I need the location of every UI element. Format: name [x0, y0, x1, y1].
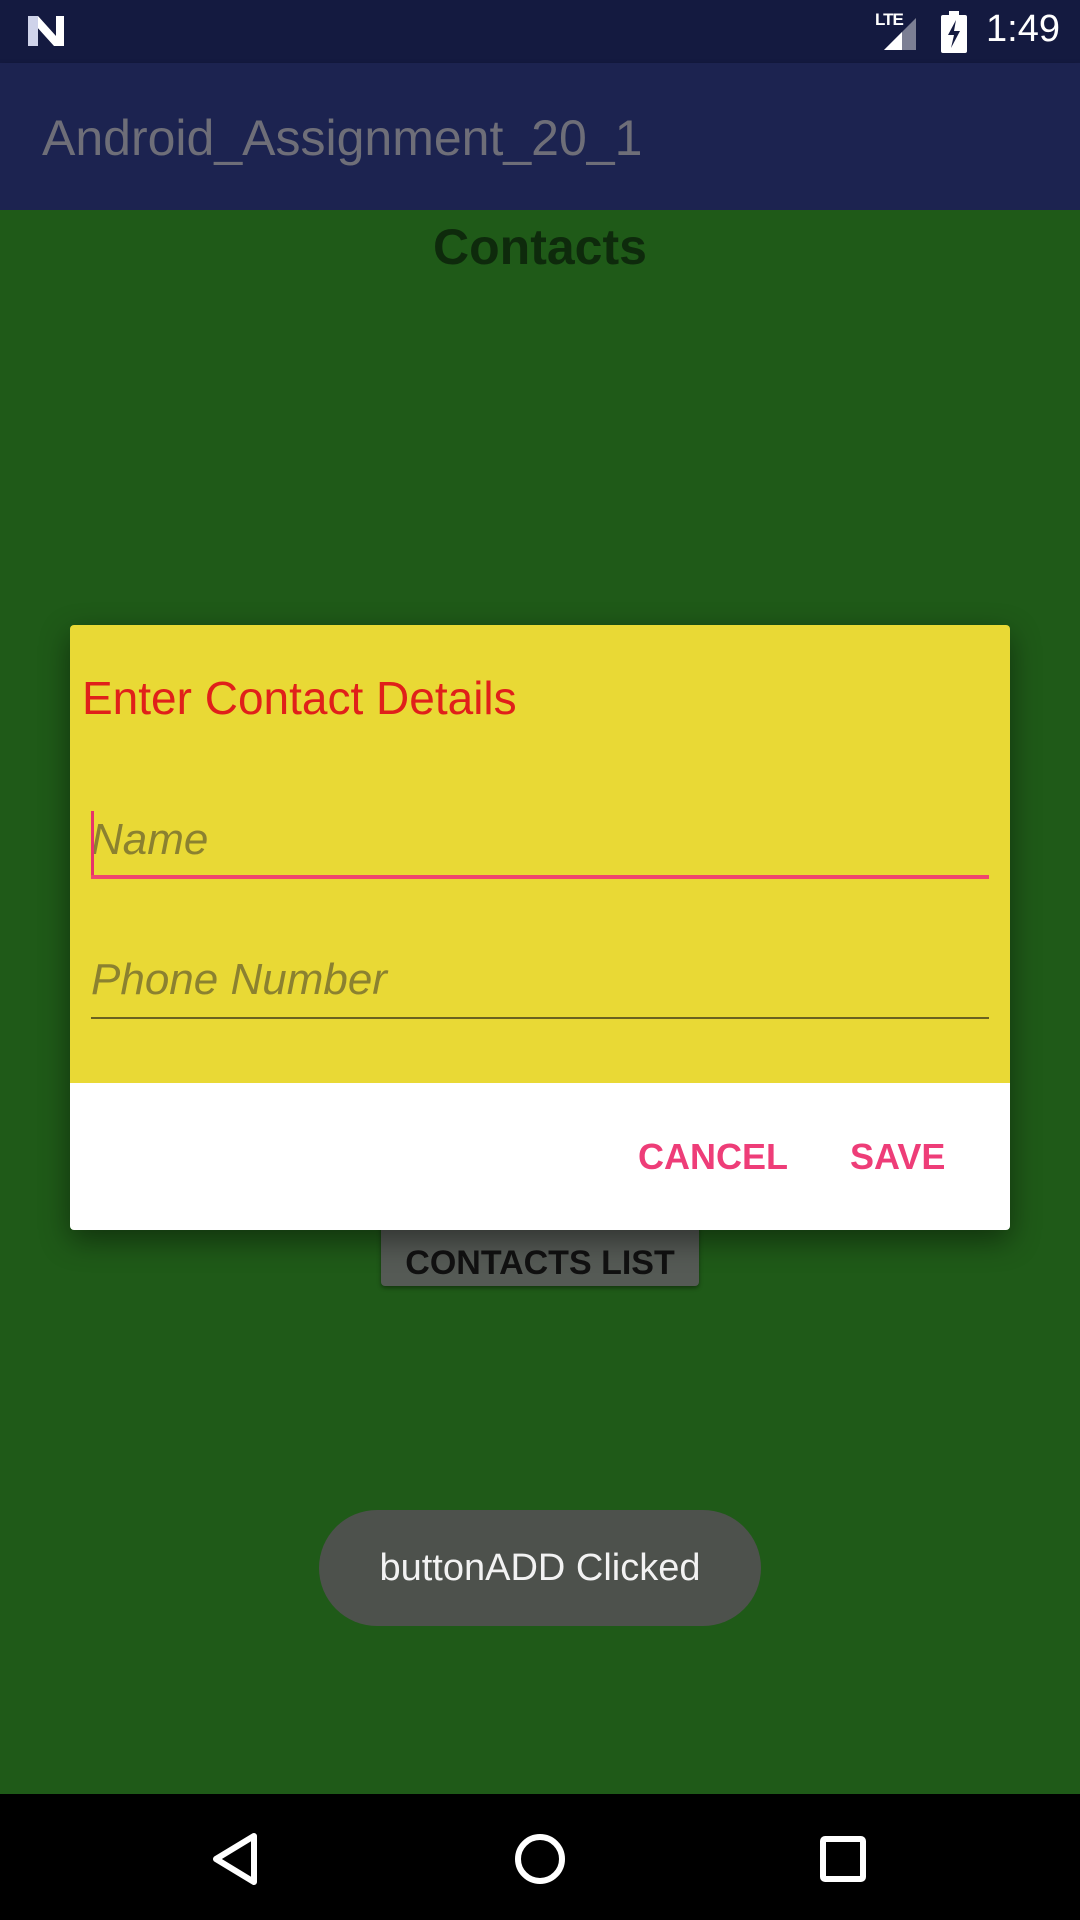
phone-number-underline — [91, 1017, 989, 1019]
app-title: Android_Assignment_20_1 — [42, 110, 643, 166]
back-icon[interactable] — [200, 1824, 270, 1894]
signal-icon — [884, 18, 916, 50]
dialog-title: Enter Contact Details — [82, 672, 517, 724]
status-bar: LTE 1:49 — [0, 0, 1080, 63]
dialog-body: Enter Contact Details Name Phone Number — [70, 625, 1010, 1083]
cancel-button[interactable]: CANCEL — [632, 1127, 794, 1187]
toast-message: buttonADD Clicked — [319, 1510, 761, 1626]
contact-details-dialog: Enter Contact Details Name Phone Number … — [70, 625, 1010, 1230]
dialog-actions: CANCEL SAVE — [70, 1083, 1010, 1230]
status-time: 1:49 — [986, 8, 1060, 50]
phone-number-placeholder: Phone Number — [91, 955, 387, 1004]
name-underline — [91, 875, 989, 879]
text-cursor — [91, 811, 94, 875]
navigation-bar — [0, 1794, 1080, 1920]
page-heading: Contacts — [433, 219, 647, 275]
save-button[interactable]: SAVE — [844, 1127, 951, 1187]
app-bar: Android_Assignment_20_1 — [0, 63, 1080, 210]
recent-apps-icon[interactable] — [808, 1824, 878, 1894]
phone-number-field[interactable]: Phone Number — [91, 947, 989, 1019]
battery-charging-icon — [941, 11, 967, 53]
n-logo-icon — [28, 16, 64, 46]
name-field[interactable]: Name — [91, 807, 989, 879]
home-icon[interactable] — [505, 1824, 575, 1894]
name-placeholder: Name — [91, 815, 209, 864]
